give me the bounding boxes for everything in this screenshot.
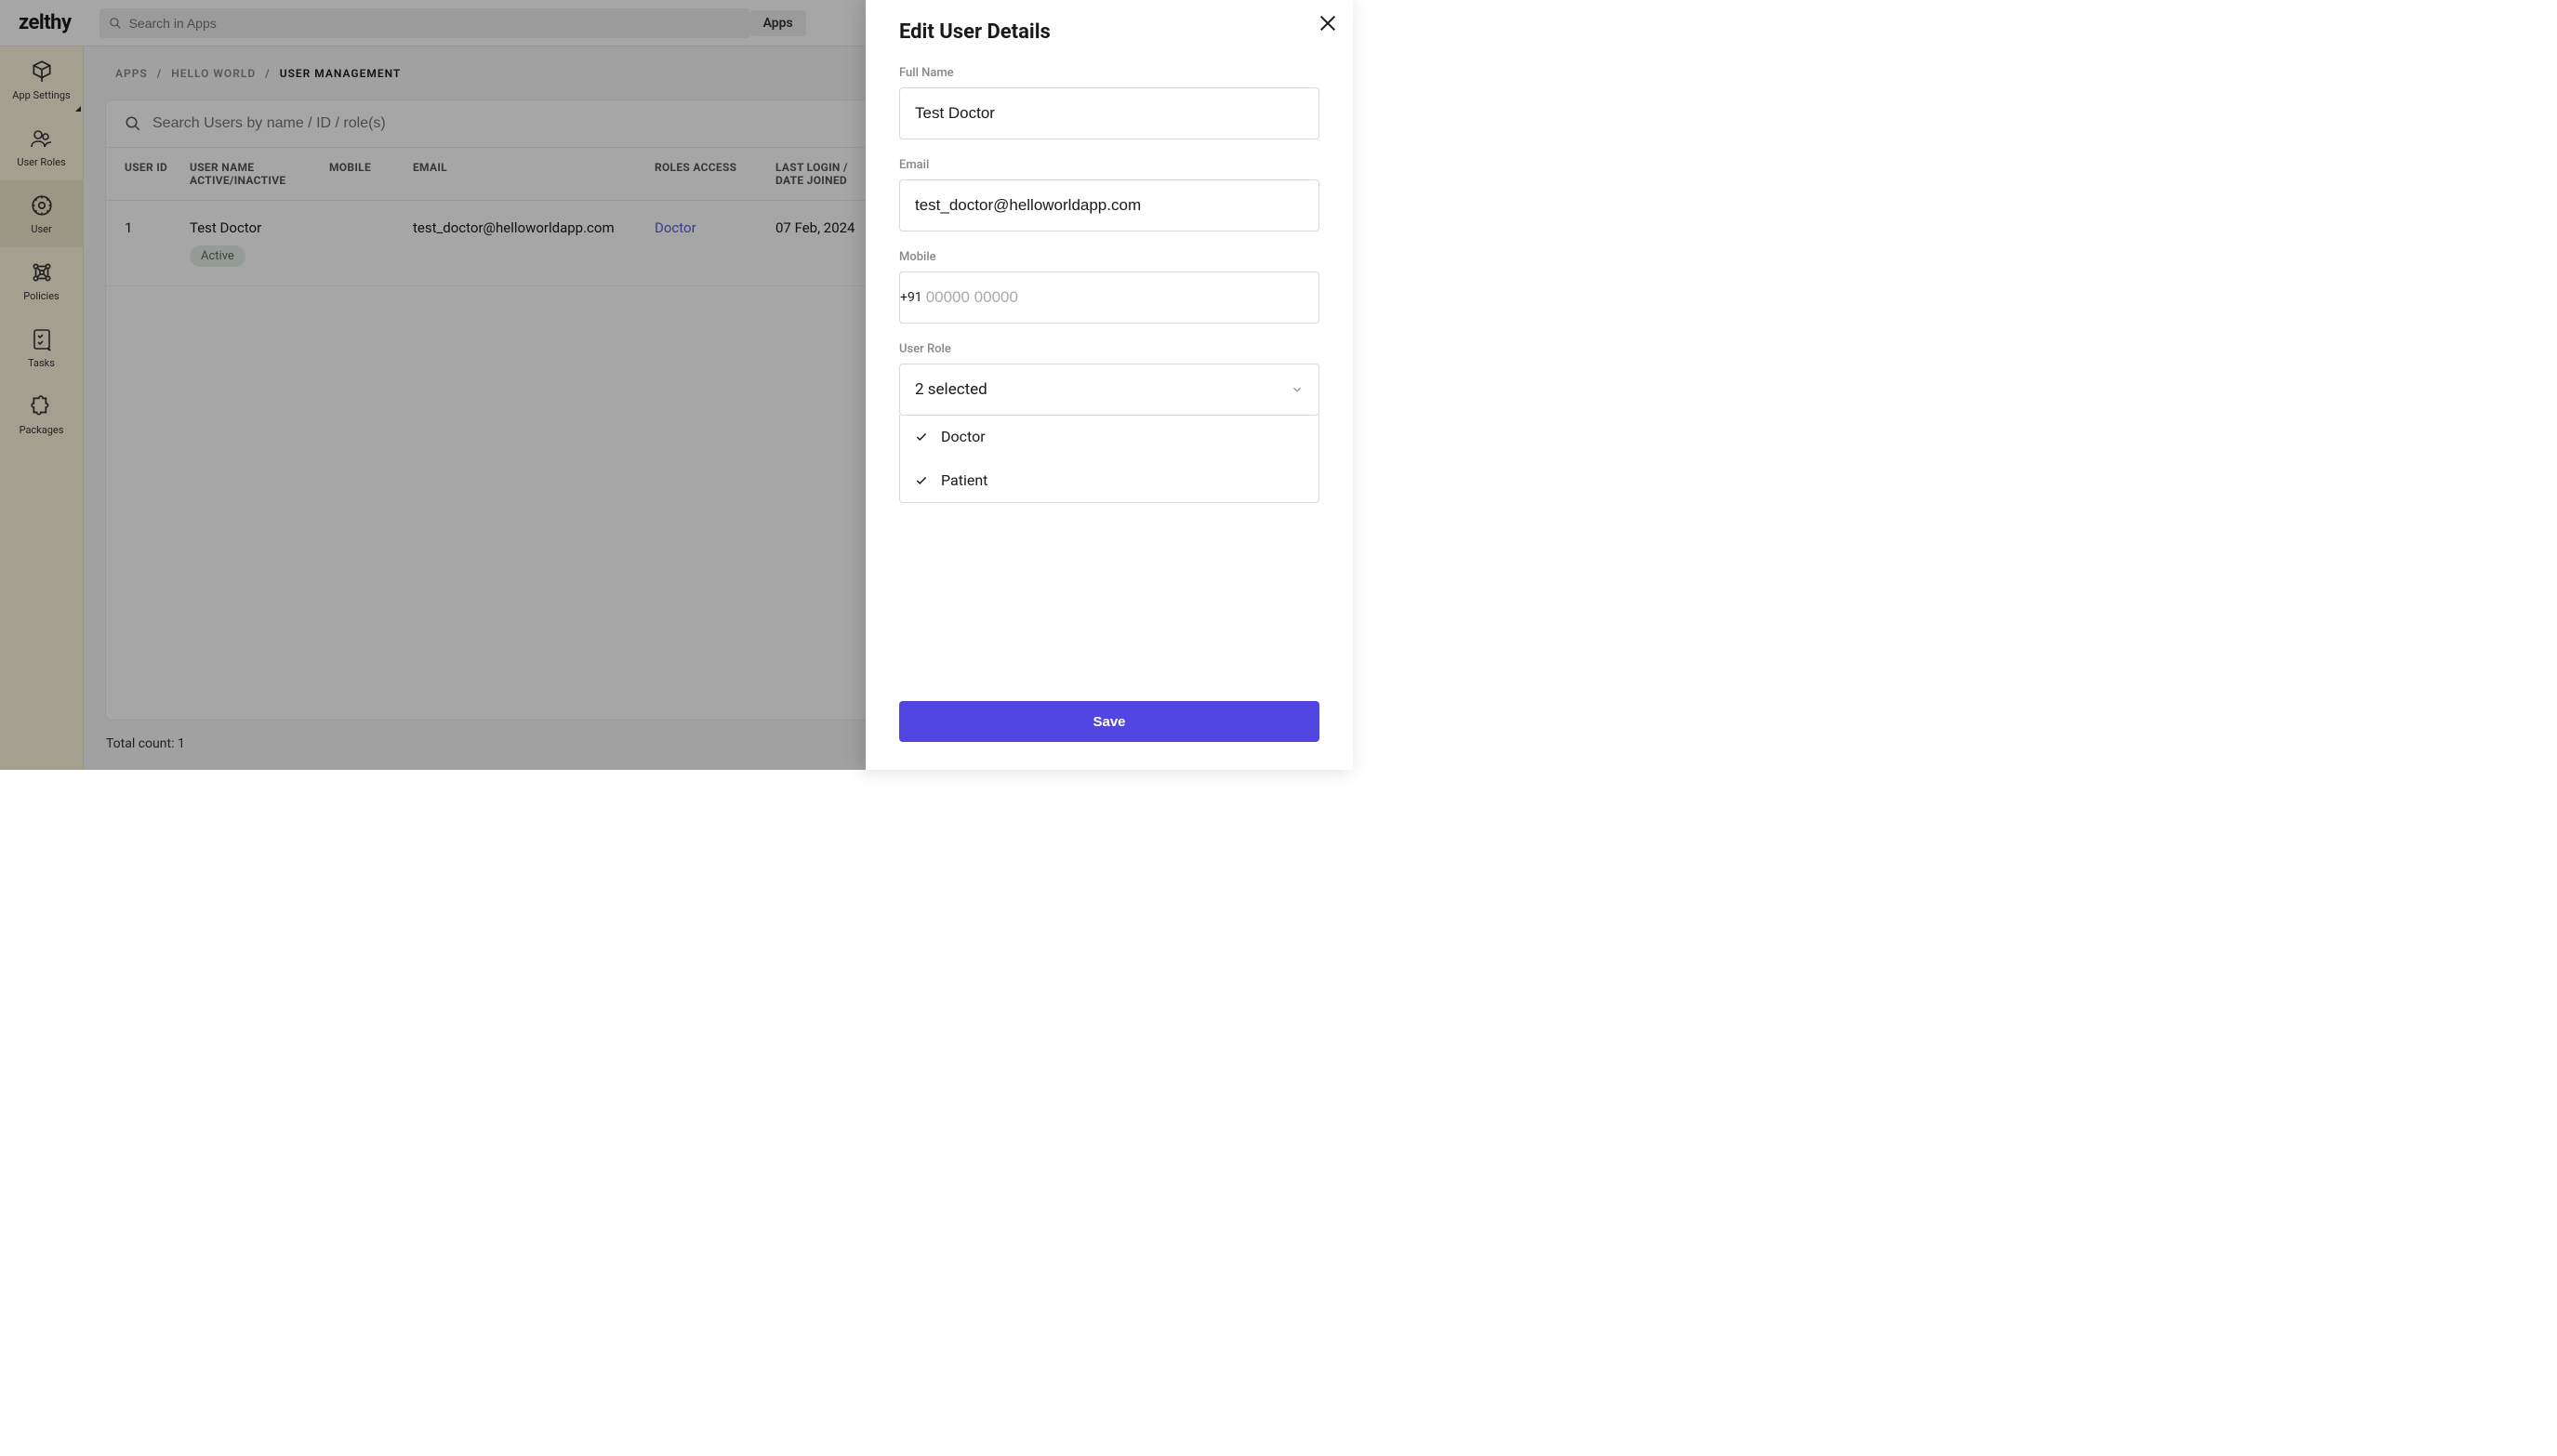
chevron-down-icon <box>1291 383 1304 396</box>
full-name-input[interactable] <box>899 87 1319 139</box>
role-dropdown: Doctor Patient <box>899 415 1319 503</box>
email-input[interactable] <box>899 179 1319 232</box>
user-role-select[interactable]: 2 selected <box>899 364 1319 416</box>
close-icon <box>1318 13 1338 33</box>
save-button[interactable]: Save <box>899 701 1319 742</box>
close-button[interactable] <box>1318 13 1338 33</box>
role-option-patient[interactable]: Patient <box>900 458 1318 502</box>
country-code[interactable]: +91 <box>900 290 922 305</box>
mobile-input[interactable] <box>922 272 1318 323</box>
email-label: Email <box>899 158 1319 172</box>
role-option-label: Doctor <box>941 428 986 445</box>
role-option-label: Patient <box>941 471 987 489</box>
mobile-label: Mobile <box>899 250 1319 264</box>
check-icon <box>915 430 928 443</box>
full-name-label: Full Name <box>899 66 1319 80</box>
drawer-title: Edit User Details <box>899 20 1319 44</box>
role-option-doctor[interactable]: Doctor <box>900 415 1318 458</box>
user-role-label: User Role <box>899 342 1319 356</box>
check-icon <box>915 474 928 487</box>
edit-user-drawer: Edit User Details Full Name Email Mobile… <box>866 0 1353 770</box>
role-select-summary: 2 selected <box>915 380 987 399</box>
